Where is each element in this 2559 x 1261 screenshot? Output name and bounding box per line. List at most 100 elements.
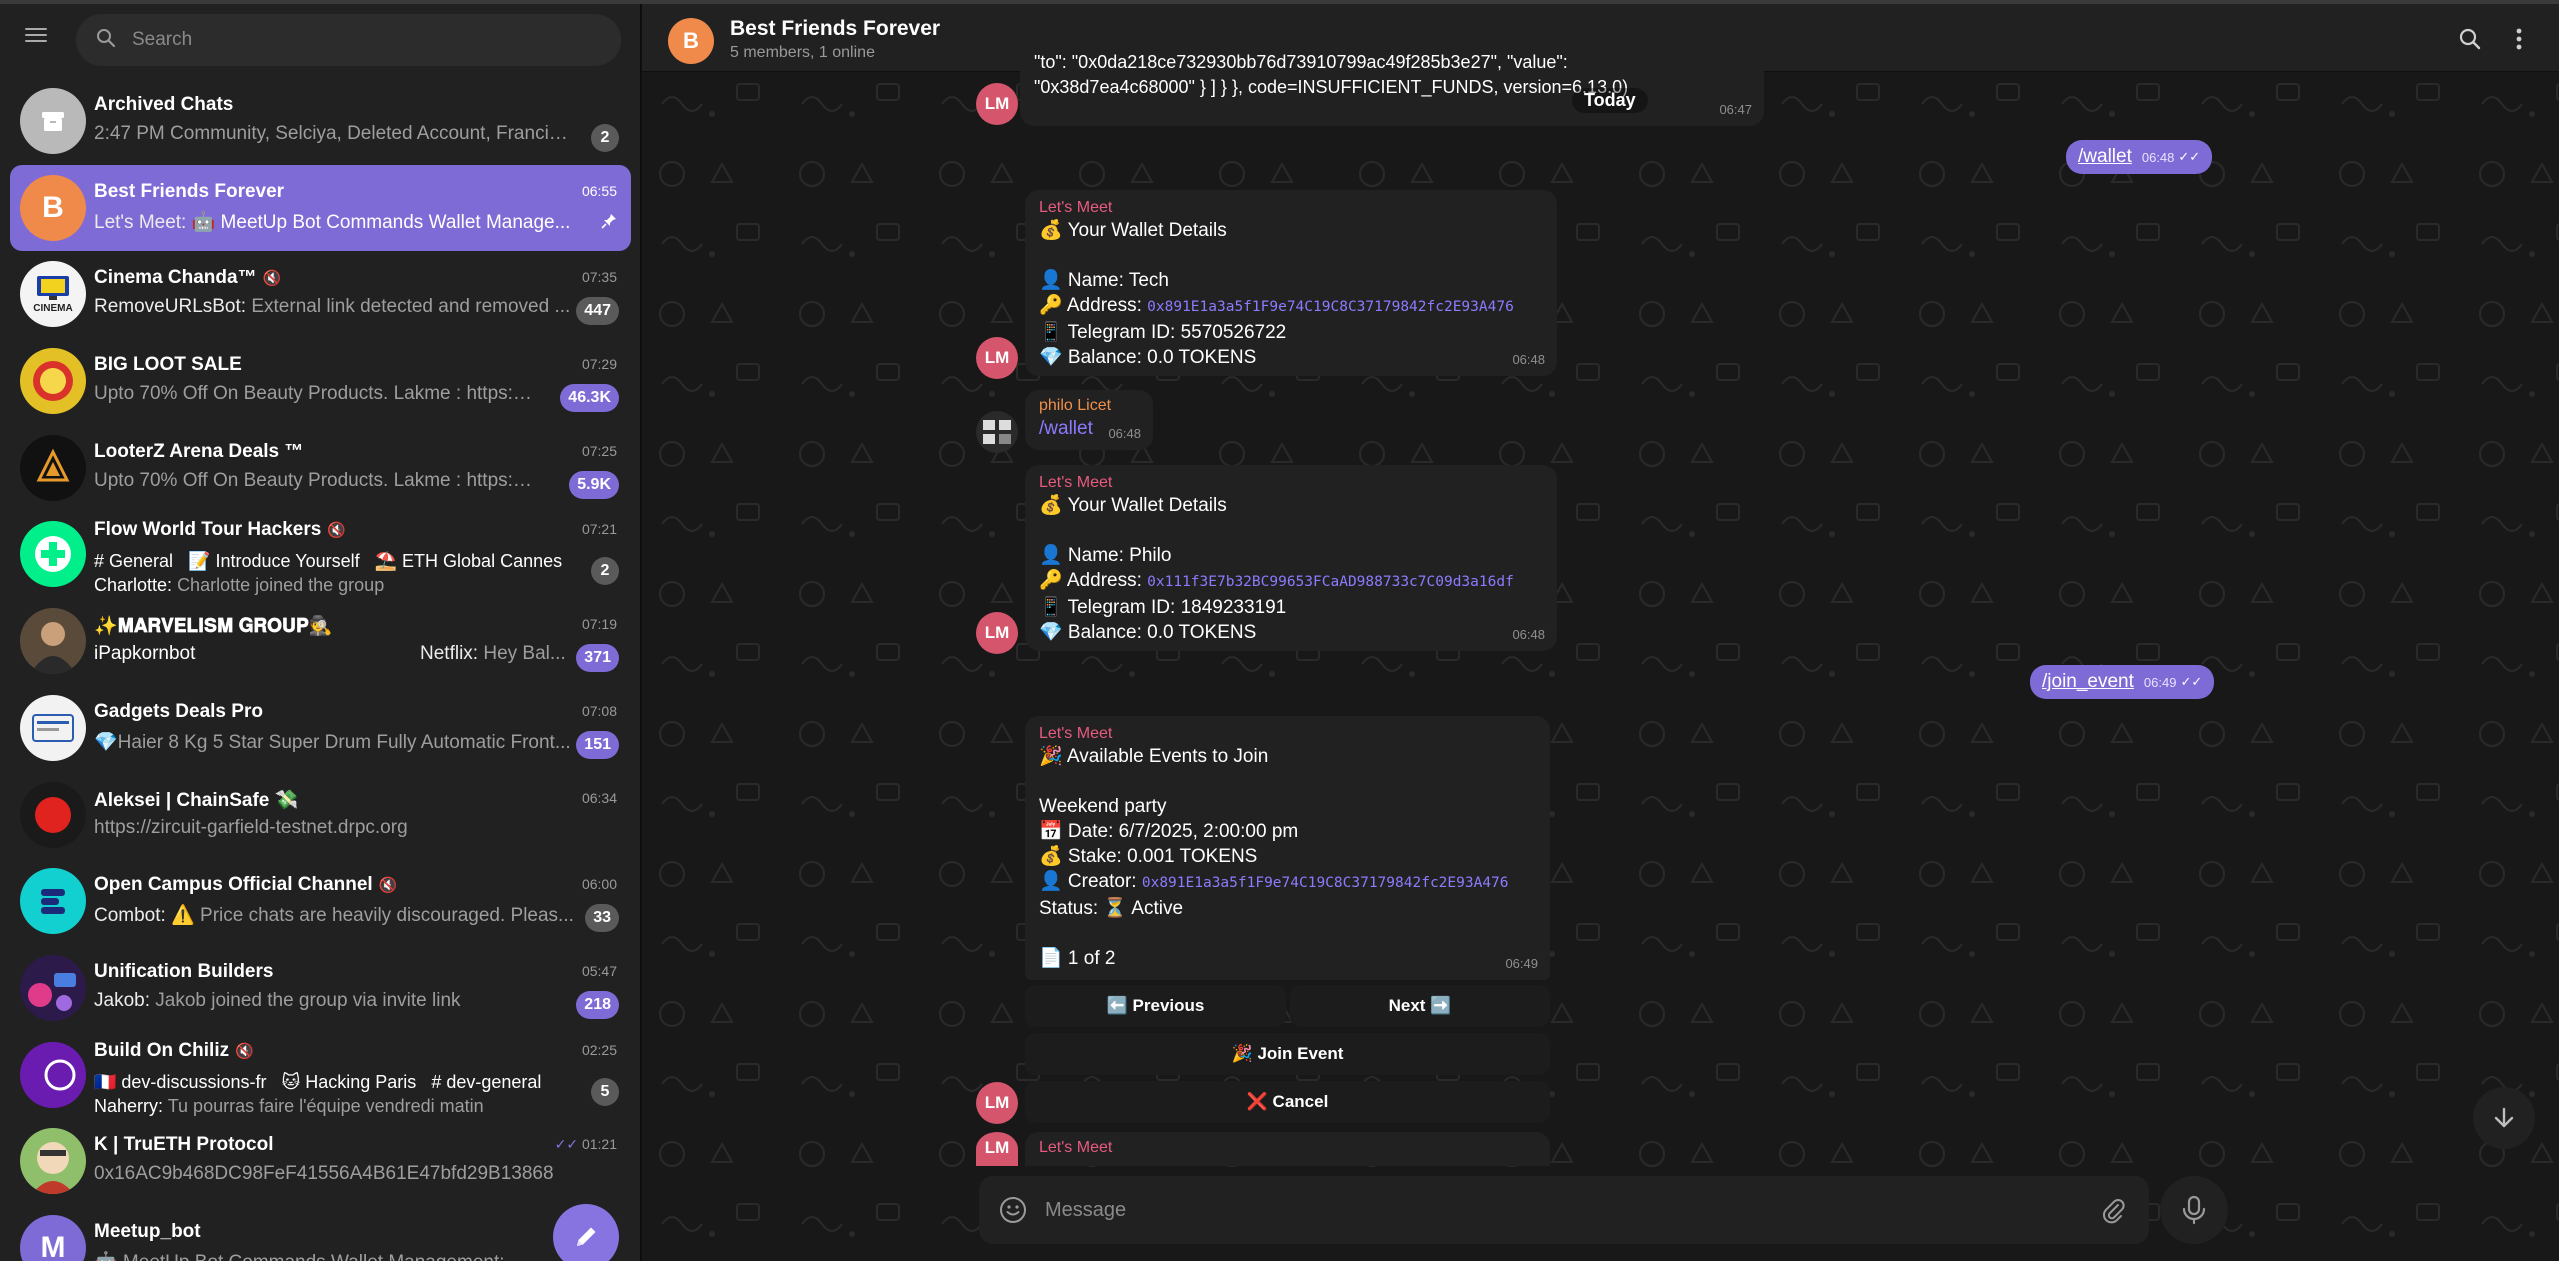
chat-item-open-campus[interactable]: Open Campus Official Channel 🔇 06:00 Comb… [10, 858, 631, 945]
chat-item-cinema-chanda[interactable]: CINEMA Cinema Chanda™ 🔇 07:35 RemoveURLsB… [10, 251, 631, 338]
preview-text: 🤖 MeetUp Bot Commands Wallet Manage... [191, 211, 571, 233]
preview-sender: Naherry: [94, 1095, 164, 1116]
chat-title: Open Campus Official Channel 🔇 [94, 874, 534, 896]
philo-avatar[interactable] [976, 411, 1018, 453]
avatar: B [20, 174, 86, 241]
voice-message-button[interactable] [2160, 1176, 2228, 1244]
page-indicator: 📄 1 of 2 [1039, 948, 1116, 969]
chat-item-archived[interactable]: Archived Chats 2:47 PM Community, Selciy… [10, 78, 631, 165]
wallet-telegram-id: 📱 Telegram ID: 5570526722 [1039, 322, 1287, 343]
chat-item-aleksei-chainsafe[interactable]: Aleksei | ChainSafe 💸 06:34 https://zirc… [10, 772, 631, 859]
unread-badge: 2 [591, 124, 619, 152]
hamburger-menu-icon[interactable] [22, 24, 58, 54]
chat-avatar[interactable]: B [668, 18, 714, 64]
chat-item-gadgets-deals-pro[interactable]: Gadgets Deals Pro 07:08 💎Haier 8 Kg 5 St… [10, 685, 631, 772]
bot-command-link[interactable]: /join_event [2042, 671, 2134, 693]
chat-item-build-on-chiliz[interactable]: Build On Chiliz 🔇 02:25 🇫🇷 dev-discussion… [10, 1032, 631, 1119]
sender-avatar[interactable]: LM [976, 337, 1018, 379]
message-heading: 🎉 Available Events to Join [1039, 746, 1269, 767]
event-creator-row: 👤 Creator: 0x891E1a3a5f1F9e74C19C8C37179… [1039, 869, 1536, 896]
message-sender[interactable]: Let's Meet [1039, 724, 1536, 744]
sender-avatar[interactable]: LM [976, 83, 1018, 125]
wallet-balance: 💎 Balance: 0.0 TOKENS [1039, 347, 1257, 368]
unread-badge: 5 [591, 1077, 619, 1106]
avatar [20, 1041, 86, 1108]
bot-message-events: Let's Meet 🎉 Available Events to Join We… [1025, 716, 1550, 980]
avatar [20, 434, 86, 501]
more-options-icon[interactable] [2504, 24, 2534, 54]
chat-preview: Let's Meet: 🤖 MeetUp Bot Commands Wallet… [94, 210, 574, 234]
wallet-name: 👤 Name: Tech [1039, 270, 1169, 291]
search-input[interactable] [132, 24, 592, 56]
event-stake: 💰 Stake: 0.001 TOKENS [1039, 846, 1258, 867]
search-icon [97, 29, 116, 48]
message-sender[interactable]: Let's Meet [1039, 473, 1543, 493]
chat-item-flow-world-tour-hackers[interactable]: Flow World Tour Hackers 🔇 07:21 # General… [10, 511, 631, 598]
message-bubble: "to": "0x0da218ce732930bb76d73910799ac49… [1020, 44, 1764, 126]
chat-item-big-loot-sale[interactable]: BIG LOOT SALE 07:29 Upto 70% Off On Beau… [10, 338, 631, 425]
message-sender[interactable]: Let's Meet [1039, 1138, 1536, 1158]
chat-title: BIG LOOT SALE [94, 354, 242, 376]
wallet-address-row: 🔑 Address: 0x111f3E7b32BC99653FCaAD98873… [1039, 568, 1543, 595]
read-checks-icon: ✓✓ [2178, 149, 2201, 164]
wallet-address[interactable]: 0x111f3E7b32BC99653FCaAD988733c7C09d3a16… [1147, 574, 1514, 590]
event-creator-address[interactable]: 0x891E1a3a5f1F9e74C19C8C371798​42fc2E93A… [1142, 875, 1509, 891]
chat-title: Aleksei | ChainSafe 💸 [94, 789, 299, 811]
muted-icon: 🔇 [235, 1042, 254, 1060]
search-icon[interactable] [2455, 24, 2485, 54]
chat-item-meetup-bot[interactable]: M Meetup_bot 🤖 MeetUp Bot Commands Walle… [10, 1205, 631, 1261]
muted-icon: 🔇 [378, 877, 398, 895]
event-date: 📅 Date: 6/7/2025, 2:00:00 pm [1039, 821, 1299, 842]
chat-time: ✓✓ 01:21 [555, 1136, 617, 1153]
chat-item-best-friends-forever[interactable]: B Best Friends Forever 06:55 Let's Meet:… [10, 164, 631, 252]
wallet-balance: 💎 Balance: 0.0 TOKENS [1039, 622, 1257, 643]
chat-item-unification-builders[interactable]: Unification Builders 05:47 Jakob: Jakob … [10, 945, 631, 1032]
event-status: Status: ⏳ Active [1039, 898, 1184, 919]
chat-preview: Combot: ⚠️ Price chats are heavily disco… [94, 903, 574, 927]
chat-item-k-trueth-protocol[interactable]: K | TruETH Protocol ✓✓ 01:21 0x16AC9b468… [10, 1118, 631, 1205]
scroll-to-bottom-button[interactable] [2473, 1087, 2535, 1149]
new-message-button[interactable] [553, 1204, 619, 1261]
muted-icon: 🔇 [262, 270, 282, 288]
message-sender[interactable]: Let's Meet [1039, 198, 1543, 218]
chat-preview: https://zircuit-garfield-testnet.drpc.or… [94, 816, 408, 838]
search-box[interactable] [76, 14, 621, 66]
previous-button[interactable]: ⬅️ Previous [1025, 985, 1286, 1027]
chat-title[interactable]: Best Friends Forever [730, 17, 940, 41]
wallet-address-row: 🔑 Address: 0x891E1a3a5f1F9e74C19C8C37179… [1039, 293, 1543, 320]
chat-time: 07:25 [581, 442, 617, 459]
join-event-button[interactable]: 🎉 Join Event [1025, 1033, 1550, 1075]
chat-time: 02:25 [581, 1041, 617, 1058]
message-sender[interactable]: philo Licet [1039, 396, 1139, 416]
chat-time: 06:34 [581, 789, 617, 806]
message-composer [979, 1176, 2149, 1244]
next-button[interactable]: Next ➡️ [1290, 985, 1550, 1027]
chat-item-looterz-arena-deals[interactable]: LooterZ Arena Deals ™ 07:25 Upto 70% Off… [10, 425, 631, 512]
wallet-address[interactable]: 0x891E1a3a5f1F9e74C19C8C371798​42fc2E93A… [1147, 299, 1514, 315]
chat-preview: 🤖 MeetUp Bot Commands Wallet Management:… [94, 1250, 534, 1261]
chat-title: Unification Builders [94, 960, 274, 982]
chat-title: Gadgets Deals Pro [94, 700, 263, 722]
sender-avatar[interactable]: LM [976, 1132, 1018, 1166]
chat-preview-right: Netflix: Hey Bal... [420, 643, 580, 665]
message-text: "to": "0x0da218ce732930bb76d73910799ac49… [1034, 52, 1568, 72]
wallet-telegram-id: 📱 Telegram ID: 1849233191 [1039, 597, 1287, 618]
event-creator-label: 👤 Creator: [1039, 871, 1137, 892]
chat-item-marvelism-group[interactable]: ✨𝐌𝐀𝐑𝐕𝐄𝐋𝐈𝐒𝐌 𝐆𝐑𝐎𝐔𝐏🕵️ 07:19 iPapkornbot Net… [10, 598, 631, 685]
emoji-icon[interactable] [999, 1196, 1027, 1224]
preview-sender: Netflix: [420, 643, 479, 665]
preview-sender: Let's Meet: [94, 211, 187, 233]
pencil-icon [577, 1227, 596, 1246]
sender-avatar[interactable]: LM [976, 1082, 1018, 1124]
cancel-button[interactable]: ❌ Cancel [1025, 1081, 1550, 1123]
chat-title: Flow World Tour Hackers 🔇 [94, 519, 534, 541]
sender-avatar[interactable]: LM [976, 612, 1018, 654]
chat-preview: Charlotte: Charlotte joined the group [94, 575, 384, 596]
bot-command-link[interactable]: /wallet [2078, 146, 2132, 168]
chat-preview: 2:47 PM Community, Selciya, Deleted Acco… [94, 123, 574, 144]
message-input[interactable] [1045, 1193, 2045, 1227]
chat-preview: Upto 70% Off On Beauty Products. Lakme :… [94, 383, 534, 405]
wallet-name: 👤 Name: Philo [1039, 545, 1172, 566]
message-bubble: philo Licet /wallet 06:48 [1025, 390, 1153, 450]
attachment-icon[interactable] [2099, 1196, 2127, 1224]
